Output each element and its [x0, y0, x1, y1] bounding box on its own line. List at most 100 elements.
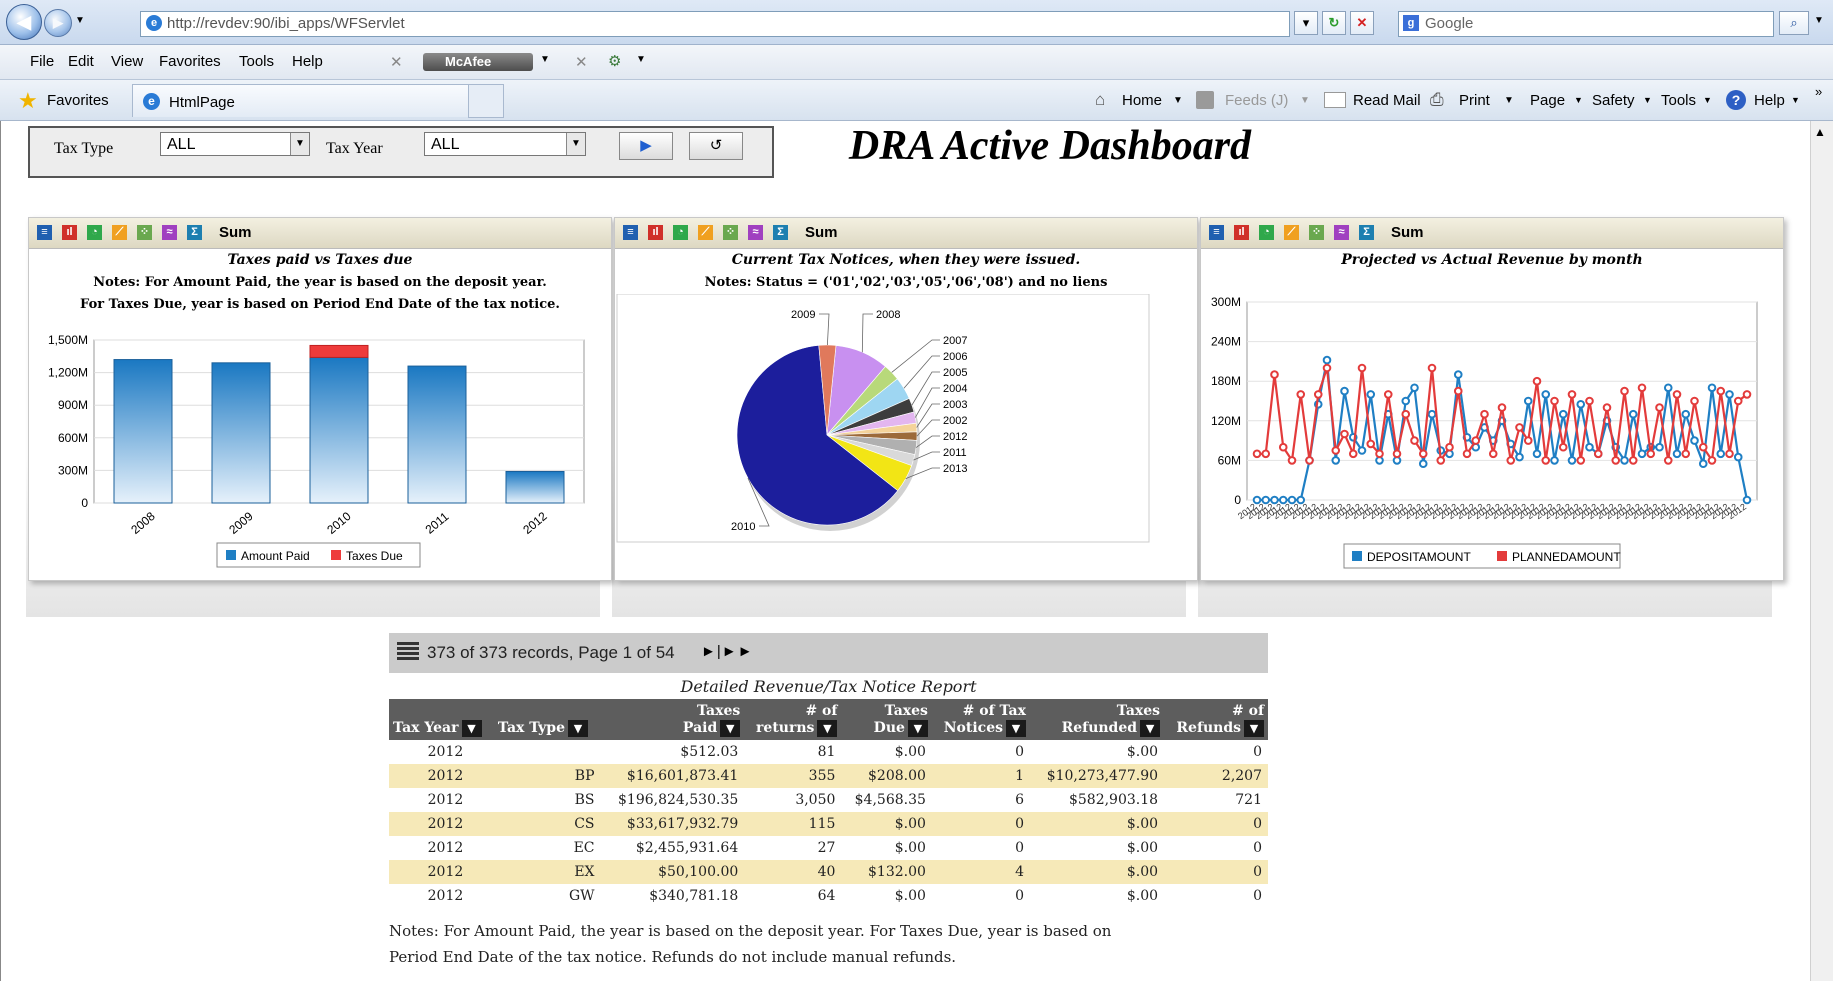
column-header-label: Paid — [682, 720, 718, 736]
area-chart-icon[interactable]: ≈ — [748, 225, 763, 240]
report-title: Detailed Revenue/Tax Notice Report — [680, 677, 977, 696]
line-chart-icon[interactable]: ⟋ — [112, 225, 127, 240]
tax-type-select[interactable]: ALL ▼ — [160, 132, 310, 156]
run-button[interactable]: ▶ — [619, 132, 673, 160]
bar-chart-icon[interactable]: ıl — [62, 225, 77, 240]
column-filter-icon[interactable]: ▼ — [1005, 720, 1026, 737]
address-dropdown-button[interactable]: ▾ — [1294, 11, 1318, 35]
column-filter-icon[interactable]: ▼ — [1244, 720, 1264, 737]
bar-chart-icon[interactable]: ıl — [1234, 225, 1249, 240]
line-chart-icon[interactable]: ⟋ — [1284, 225, 1299, 240]
area-chart-icon[interactable]: ≈ — [1334, 225, 1349, 240]
column-header-top: Taxes — [884, 703, 928, 719]
search-options-dropdown[interactable]: ▼ — [1814, 15, 1824, 26]
home-button[interactable]: Home — [1122, 92, 1162, 109]
series-point — [1707, 383, 1717, 393]
close-toolbar-2-icon[interactable]: ✕ — [575, 53, 588, 71]
column-header[interactable]: Tax Type ▼ — [493, 699, 601, 740]
address-bar[interactable]: e http://revdev:90/ibi_apps/WFServlet — [140, 11, 1290, 37]
area-chart-icon[interactable]: ≈ — [162, 225, 177, 240]
menu-tools[interactable]: Tools — [239, 53, 274, 70]
bar-chart-icon[interactable]: ıl — [648, 225, 663, 240]
table-header-row: Tax Year ▼ Tax Type ▼ Taxes Paid ▼ # of returns… — [389, 699, 1268, 740]
pie-chart-icon[interactable]: ◔ — [87, 225, 102, 240]
read-mail-button[interactable]: Read Mail — [1353, 92, 1421, 109]
line-chart-icon[interactable]: ⟋ — [698, 225, 713, 240]
table-view-icon[interactable]: ≡ — [623, 225, 638, 240]
column-filter-icon[interactable]: ▼ — [817, 720, 838, 737]
sum-icon[interactable]: Σ — [773, 225, 788, 240]
safety-menu[interactable]: Safety — [1592, 92, 1635, 109]
print-button[interactable]: Print — [1459, 92, 1490, 109]
recent-pages-dropdown[interactable]: ▼ — [75, 15, 85, 26]
menu-favorites[interactable]: Favorites — [159, 53, 221, 70]
menu-edit[interactable]: Edit — [68, 53, 94, 70]
column-header[interactable]: Tax Year ▼ — [389, 699, 494, 740]
close-toolbar-icon[interactable]: ✕ — [390, 53, 403, 71]
table-row: 2012 EC $2,455,931.64 27 $.00 0 $.00 0 — [389, 836, 1268, 860]
feeds-dropdown[interactable]: ▼ — [1300, 95, 1310, 106]
column-filter-icon[interactable]: ▼ — [1140, 720, 1161, 737]
new-tab-button[interactable] — [468, 84, 504, 118]
scatter-chart-icon[interactable]: ⁘ — [723, 225, 738, 240]
column-header[interactable]: Taxes Paid ▼ — [600, 699, 745, 740]
menu-file[interactable]: File — [30, 53, 54, 70]
favorites-button[interactable]: Favorites — [47, 92, 109, 109]
menu-view[interactable]: View — [111, 53, 143, 70]
column-filter-icon[interactable]: ▼ — [461, 720, 482, 737]
column-header[interactable]: # of Tax Notices ▼ — [931, 699, 1030, 740]
pie-label: 2006 — [943, 351, 967, 363]
column-header[interactable]: # of Refunds ▼ — [1164, 699, 1268, 740]
feeds-button[interactable]: Feeds (J) — [1225, 92, 1288, 109]
scroll-up-arrow[interactable]: ▲ — [1814, 125, 1826, 139]
y-tick-label: 180M — [1211, 374, 1241, 388]
stop-button[interactable]: ✕ — [1350, 11, 1374, 35]
column-filter-icon[interactable]: ▼ — [907, 720, 928, 737]
column-header[interactable]: Taxes Refunded ▼ — [1029, 699, 1165, 740]
vertical-scrollbar[interactable]: ▲ — [1810, 121, 1833, 981]
column-filter-icon[interactable]: ▼ — [568, 720, 588, 737]
back-button[interactable]: ◀ — [6, 4, 42, 40]
report-menu-icon[interactable] — [397, 642, 419, 662]
table-view-icon[interactable]: ≡ — [1209, 225, 1224, 240]
series-point — [1733, 452, 1743, 462]
column-header[interactable]: Taxes Due ▼ — [841, 699, 932, 740]
search-input[interactable]: g Google — [1398, 11, 1774, 37]
sum-icon[interactable]: Σ — [187, 225, 202, 240]
mcafee-button[interactable]: McAfee — [423, 53, 533, 71]
series-point — [1515, 452, 1524, 462]
scatter-chart-icon[interactable]: ⁘ — [1309, 225, 1324, 240]
pie-chart-icon[interactable]: ◔ — [1259, 225, 1274, 240]
search-button[interactable]: ⌕ — [1779, 11, 1809, 35]
scatter-chart-icon[interactable]: ⁘ — [137, 225, 152, 240]
tax-type-value: ALL — [167, 136, 196, 153]
reset-button[interactable]: ↺ — [689, 132, 743, 160]
pie-chart-icon[interactable]: ◔ — [673, 225, 688, 240]
home-dropdown[interactable]: ▼ — [1173, 95, 1183, 106]
refresh-button[interactable]: ↻ — [1322, 11, 1346, 35]
forward-button[interactable]: ▶ — [44, 9, 72, 37]
toolbar-overflow-chevron[interactable]: » — [1815, 84, 1822, 99]
tax-year-select[interactable]: ALL ▼ — [424, 132, 586, 156]
series-point — [1655, 403, 1664, 412]
page-menu[interactable]: Page — [1530, 92, 1565, 109]
table-cell: EC — [573, 840, 595, 856]
menu-help[interactable]: Help — [292, 53, 323, 70]
print-dropdown[interactable]: ▼ — [1504, 95, 1514, 106]
help-menu[interactable]: Help — [1754, 92, 1785, 109]
column-filter-icon[interactable]: ▼ — [720, 720, 741, 737]
column-header[interactable]: # of returns ▼ — [744, 699, 842, 740]
table-view-icon[interactable]: ≡ — [37, 225, 52, 240]
series-point — [1681, 409, 1691, 419]
series-point — [1707, 456, 1717, 465]
tab-htmlpage[interactable]: e HtmlPage — [132, 84, 504, 117]
sum-icon[interactable]: Σ — [1359, 225, 1374, 240]
series-point — [1532, 376, 1542, 386]
chart-toolbar: ≡ ıl ◔ ⟋ ⁘ ≈ Σ Sum — [1201, 218, 1783, 249]
pie-chart-title: Current Tax Notices, when they were issu… — [731, 252, 1081, 268]
mcafee-dropdown[interactable]: ▼ — [540, 54, 550, 65]
tools-menu[interactable]: Tools — [1661, 92, 1696, 109]
addon-dropdown[interactable]: ▼ — [636, 54, 646, 65]
next-page-icon[interactable]: ►|►► — [701, 643, 753, 660]
addon-icon[interactable]: ⚙ — [608, 52, 621, 70]
